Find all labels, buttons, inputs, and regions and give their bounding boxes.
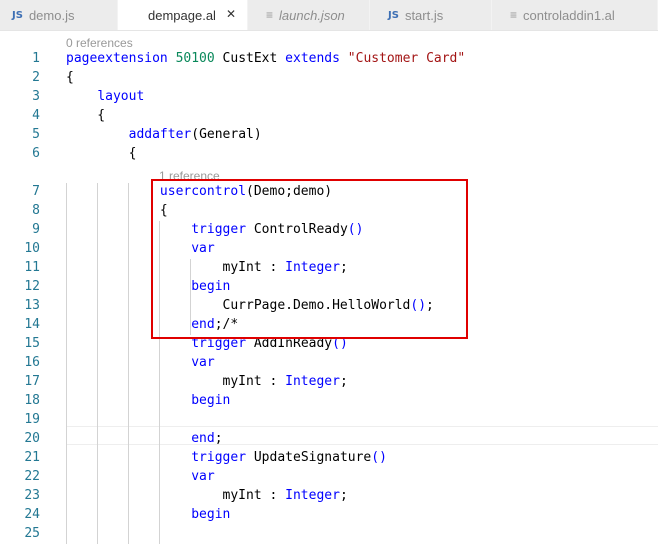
code-line[interactable]: begin bbox=[66, 505, 230, 524]
js-file-icon: JS bbox=[12, 9, 23, 21]
line-number: 16 bbox=[24, 355, 40, 370]
code-line[interactable]: myInt : Integer; bbox=[66, 486, 348, 505]
code-line[interactable]: { bbox=[66, 144, 137, 163]
close-icon[interactable]: ✕ bbox=[226, 7, 236, 21]
line-number: 1 bbox=[32, 51, 40, 66]
line-number: 19 bbox=[24, 412, 40, 427]
annotation-highlight-box bbox=[151, 179, 468, 339]
line-number: 9 bbox=[32, 222, 40, 237]
code-line[interactable]: begin bbox=[66, 391, 230, 410]
code-line[interactable]: myInt : Integer; bbox=[66, 372, 348, 391]
tab-label: dempage.al bbox=[148, 7, 216, 23]
tab-demo-js[interactable]: JS demo.js bbox=[0, 0, 118, 30]
line-number: 8 bbox=[32, 203, 40, 218]
line-number: 20 bbox=[24, 431, 40, 446]
code-line[interactable]: var bbox=[66, 353, 214, 372]
line-number: 10 bbox=[24, 241, 40, 256]
line-number: 24 bbox=[24, 507, 40, 522]
line-number: 12 bbox=[24, 279, 40, 294]
line-number: 11 bbox=[24, 260, 40, 275]
al-file-icon: ≡ bbox=[510, 8, 518, 22]
tab-controladdin1-al[interactable]: ≡ controladdin1.al bbox=[492, 0, 658, 30]
code-line[interactable]: end; bbox=[66, 429, 222, 448]
tab-label: controladdin1.al bbox=[523, 7, 615, 23]
tab-launch-json[interactable]: ≡ launch.json bbox=[248, 0, 370, 30]
line-number: 21 bbox=[24, 450, 40, 465]
json-file-icon: ≡ bbox=[266, 8, 274, 22]
line-number: 23 bbox=[24, 488, 40, 503]
line-number: 13 bbox=[24, 298, 40, 313]
line-number: 14 bbox=[24, 317, 40, 332]
code-line[interactable]: { bbox=[66, 106, 105, 125]
tab-dempage-al[interactable]: dempage.al ✕ bbox=[118, 0, 248, 30]
line-number: 17 bbox=[24, 374, 40, 389]
tab-label: demo.js bbox=[28, 7, 75, 23]
line-number: 22 bbox=[24, 469, 40, 484]
tab-start-js[interactable]: JS start.js bbox=[370, 0, 492, 30]
code-line[interactable]: addafter(General) bbox=[66, 125, 262, 144]
code-editor[interactable]: 0 references 1 reference 1 pageextension … bbox=[0, 31, 658, 544]
line-number: 18 bbox=[24, 393, 40, 408]
line-number: 5 bbox=[32, 127, 40, 142]
tab-label: start.js bbox=[404, 7, 444, 23]
tab-label: launch.json bbox=[279, 7, 345, 23]
line-number: 15 bbox=[24, 336, 40, 351]
line-number: 4 bbox=[32, 108, 40, 123]
line-number: 2 bbox=[32, 70, 40, 85]
line-number: 6 bbox=[32, 146, 40, 161]
line-number: 3 bbox=[32, 89, 40, 104]
line-number: 25 bbox=[24, 526, 40, 541]
line-number: 7 bbox=[32, 184, 40, 199]
code-line[interactable]: layout bbox=[66, 87, 144, 106]
code-line[interactable]: pageextension 50100 CustExt extends "Cus… bbox=[66, 49, 465, 68]
js-file-icon: JS bbox=[388, 9, 399, 21]
code-line[interactable]: var bbox=[66, 467, 214, 486]
code-line[interactable]: trigger UpdateSignature() bbox=[66, 448, 387, 467]
code-line[interactable]: { bbox=[66, 68, 74, 87]
editor-tab-bar: JS demo.js dempage.al ✕ ≡ launch.json JS… bbox=[0, 0, 658, 31]
